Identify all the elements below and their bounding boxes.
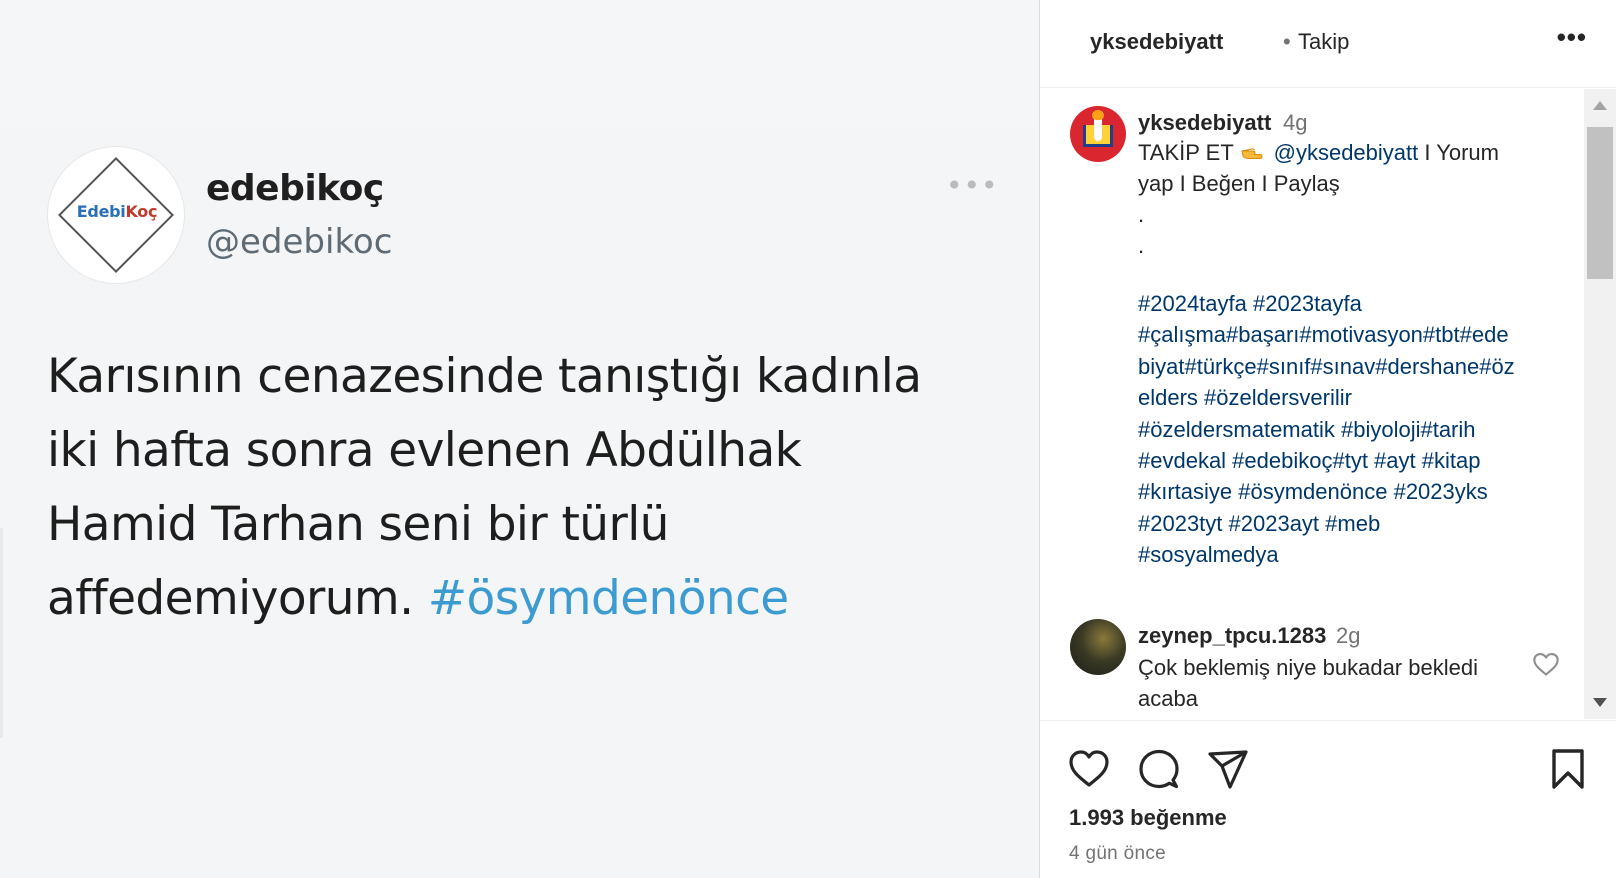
header-separator: • — [1283, 29, 1291, 54]
header-username[interactable]: yksedebiyatt — [1090, 29, 1223, 55]
tweet-text-line: Hamid Tarhan seni bir türlü — [47, 497, 669, 552]
hashtag-line[interactable]: #özeldersmatematik #biyoloji#tarih — [1138, 414, 1550, 445]
comment-bubble-icon[interactable] — [1137, 747, 1181, 791]
commenter-avatar[interactable] — [1070, 619, 1126, 675]
post-actions: 1.993 beğenme 4 gün önce — [1040, 720, 1616, 878]
caption-time[interactable]: 4g — [1283, 110, 1307, 136]
post-media[interactable]: EdebiKoç edebikoç @edebikoc ••• Karısını… — [0, 0, 1039, 878]
post-date[interactable]: 4 gün önce — [1069, 843, 1166, 865]
hashtag-line[interactable]: elders #özeldersverilir — [1138, 382, 1550, 413]
post-side-panel: yksedebiyatt • Takip ••• yksedebiyatt 4g… — [1039, 0, 1616, 878]
likes-count[interactable]: 1.993 beğenme — [1069, 805, 1227, 831]
scrollbar-thumb[interactable] — [1587, 127, 1613, 279]
caption-line-2: yap I Beğen I Paylaş — [1138, 171, 1340, 196]
flame-icon — [1092, 110, 1104, 120]
save-bookmark-icon[interactable] — [1546, 747, 1590, 791]
caption-dot: . — [1138, 233, 1145, 258]
hashtag-line[interactable]: #evdekal #edebikoç#tyt #ayt #kitap — [1138, 445, 1550, 476]
hashtag-line[interactable]: biyat#türkçe#sınıf#sınav#dershane#öz — [1138, 351, 1550, 382]
tweet-avatar: EdebiKoç — [47, 146, 185, 284]
comments-area[interactable]: yksedebiyatt 4g TAKİP ET @yksedebiyatt I… — [1040, 89, 1616, 719]
tweet-text-line: Karısının cenazesinde tanıştığı kadınla — [47, 349, 922, 404]
caption-prefix: TAKİP ET — [1138, 140, 1234, 165]
caption-line: TAKİP ET @yksedebiyatt I Yorum — [1138, 137, 1499, 168]
tweet-text: Karısının cenazesinde tanıştığı kadınla … — [47, 340, 1007, 636]
tweet-text-line: affedemiyorum. #ösymdenönce — [47, 562, 1007, 636]
hashtag-line[interactable]: #kırtasiye #ösymdenönce #2023yks — [1138, 476, 1550, 507]
scroll-up-arrow-icon[interactable] — [1593, 101, 1607, 110]
share-send-icon[interactable] — [1206, 747, 1250, 791]
logo-text-left: Edebi — [76, 202, 126, 221]
caption-hashtags[interactable]: #2024tayfa #2023tayfa #çalışma#başarı#mo… — [1138, 288, 1550, 571]
tweet-hashtag: #ösymdenönce — [427, 571, 789, 626]
tweet-display-name: edebikoç — [206, 168, 384, 209]
tweet-text-end: affedemiyorum. — [47, 571, 414, 626]
owner-avatar[interactable] — [1070, 106, 1126, 162]
hashtag-line[interactable]: #sosyalmedya — [1138, 539, 1550, 570]
pointing-hand-icon — [1240, 148, 1263, 159]
comment-like-heart-icon[interactable] — [1532, 651, 1560, 677]
tweet-handle: @edebikoc — [206, 222, 393, 262]
comment-text-line: acaba — [1138, 686, 1198, 711]
scroll-down-arrow-icon[interactable] — [1593, 698, 1607, 707]
more-options-icon[interactable]: ••• — [1557, 22, 1587, 53]
comment-username[interactable]: zeynep_tpcu.1283 — [1138, 623, 1326, 649]
comments-scrollbar[interactable] — [1584, 89, 1616, 719]
caption-username[interactable]: yksedebiyatt — [1138, 110, 1271, 136]
comment-time[interactable]: 2g — [1336, 623, 1360, 649]
post-header: yksedebiyatt • Takip ••• — [1040, 0, 1616, 88]
tweet-logo-text: EdebiKoç — [48, 202, 186, 221]
media-edge-strip — [0, 528, 3, 738]
follow-button[interactable]: Takip — [1298, 29, 1349, 55]
like-heart-icon[interactable] — [1067, 747, 1111, 791]
media-top-band — [0, 0, 1039, 128]
hashtag-line[interactable]: #çalışma#başarı#motivasyon#tbt#ede — [1138, 319, 1550, 350]
caption-dot: . — [1138, 202, 1145, 227]
tweet-text-line: iki hafta sonra evlenen Abdülhak — [47, 423, 802, 478]
tweet-more-icon: ••• — [946, 169, 999, 202]
hashtag-line[interactable]: #2023tyt #2023ayt #meb — [1138, 508, 1550, 539]
caption-suffix: I Yorum — [1424, 140, 1499, 165]
logo-text-right: Koç — [125, 202, 158, 221]
comment-text-line: Çok beklemiş niye bukadar bekledi — [1138, 655, 1478, 680]
caption-mention[interactable]: @yksedebiyatt — [1274, 140, 1419, 165]
hashtag-line[interactable]: #2024tayfa #2023tayfa — [1138, 288, 1550, 319]
